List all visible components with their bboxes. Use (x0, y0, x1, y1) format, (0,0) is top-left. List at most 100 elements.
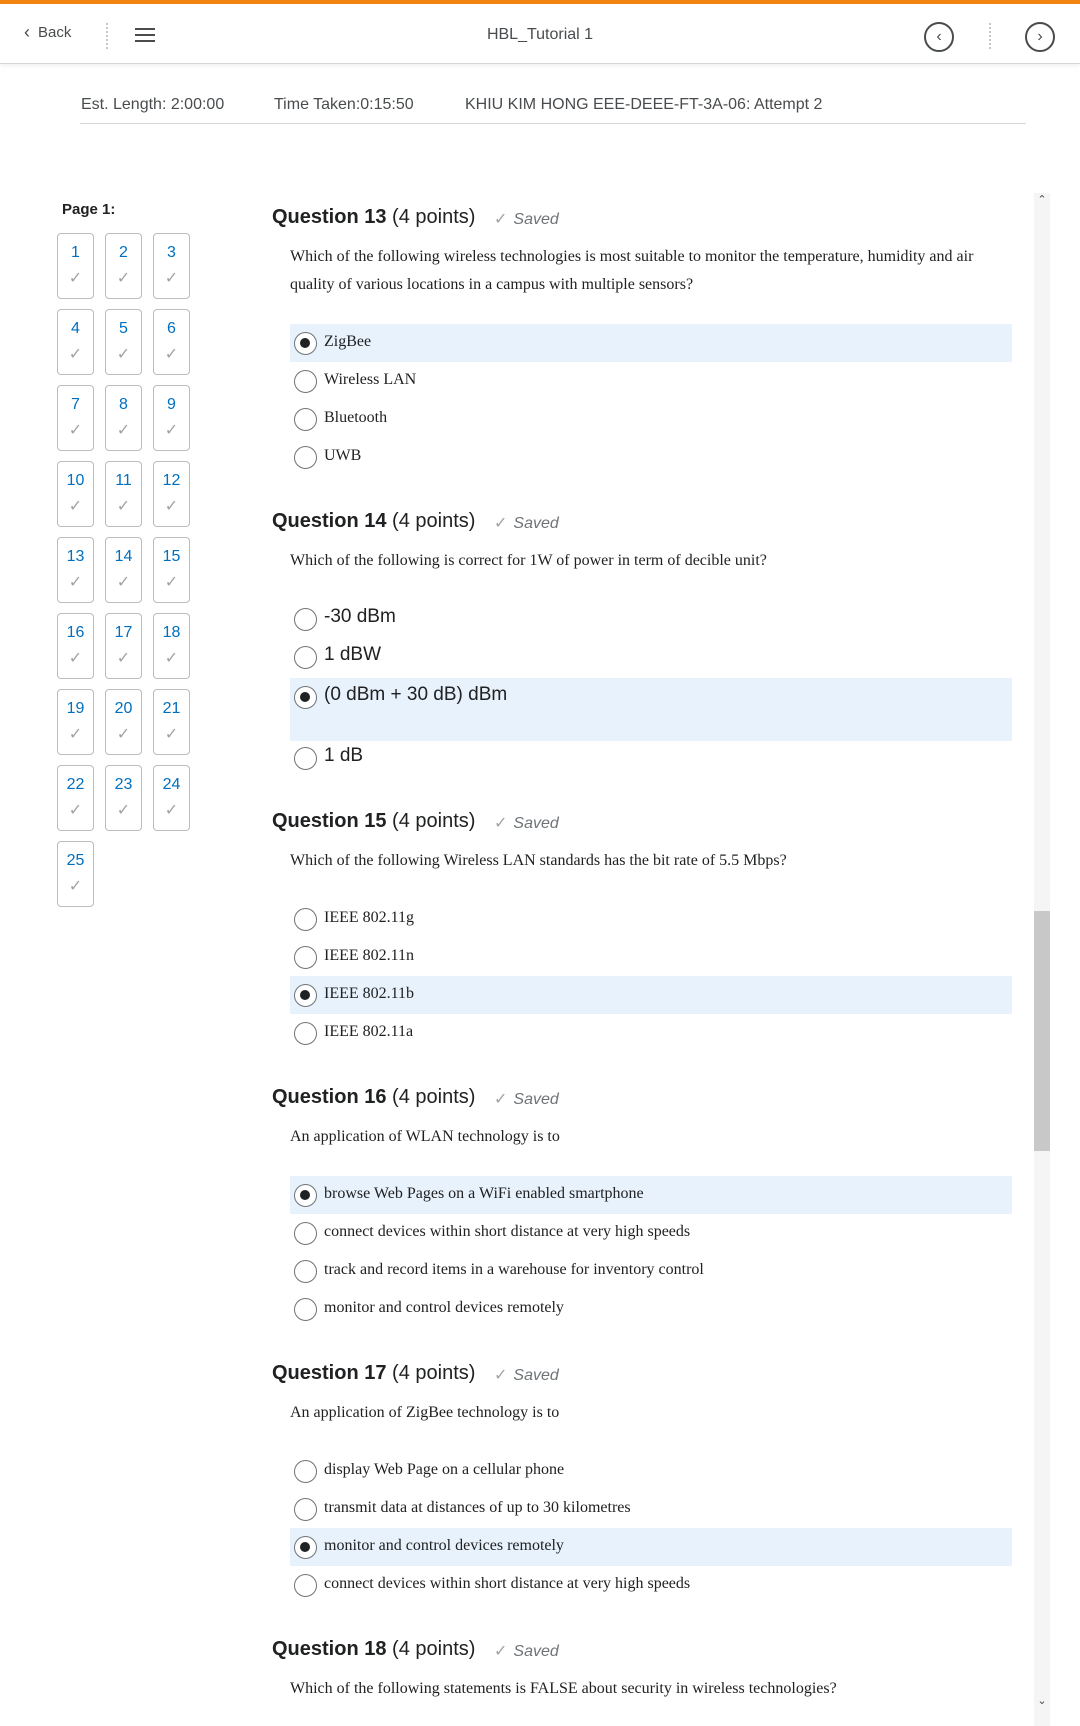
question-nav-item[interactable]: 8 ✓ (105, 385, 142, 451)
next-page-button[interactable]: › (1025, 22, 1055, 52)
answer-option[interactable]: IEEE 802.11g (290, 900, 1012, 938)
answer-option[interactable]: track and record items in a warehouse fo… (290, 1252, 1012, 1290)
answer-option[interactable]: IEEE 802.11b (290, 976, 1012, 1014)
checkmark-icon: ✓ (164, 422, 179, 439)
answer-option[interactable]: UWB (290, 438, 1012, 476)
saved-label: Saved (513, 515, 559, 532)
answer-option[interactable]: ZigBee (290, 324, 1012, 362)
answer-option[interactable]: monitor and control devices remotely (290, 1290, 1012, 1328)
answer-option[interactable]: monitor and control devices remotely (290, 1528, 1012, 1566)
radio-button[interactable] (294, 1460, 317, 1483)
question-number: 18 (162, 624, 181, 641)
question-number: 5 (119, 320, 128, 337)
answer-option[interactable]: display Web Page on a cellular phone (290, 1452, 1012, 1490)
question-nav-item[interactable]: 13 ✓ (57, 537, 94, 603)
question-text: An application of WLAN technology is to (290, 1128, 560, 1145)
checkmark-icon: ✓ (116, 802, 131, 819)
radio-button[interactable] (294, 1574, 317, 1597)
radio-button[interactable] (294, 370, 317, 393)
answer-label: Wireless LAN (324, 371, 417, 388)
answer-option[interactable]: (0 dBm + 30 dB) dBm (290, 678, 1012, 741)
answer-option[interactable]: transmit data at distances of up to 30 k… (290, 1490, 1012, 1528)
question-nav-item[interactable]: 1 ✓ (57, 233, 94, 299)
question-nav-item[interactable]: 5 ✓ (105, 309, 142, 375)
saved-label: Saved (513, 815, 559, 832)
radio-button[interactable] (294, 946, 317, 969)
question-nav-item[interactable]: 23 ✓ (105, 765, 142, 831)
radio-button[interactable] (294, 908, 317, 931)
answer-label: connect devices within short distance at… (324, 1575, 691, 1592)
radio-button[interactable] (294, 984, 317, 1007)
question-nav-item[interactable]: 15 ✓ (153, 537, 190, 603)
checkmark-icon: ✓ (68, 346, 83, 363)
question-nav-item[interactable]: 21 ✓ (153, 689, 190, 755)
scroll-up-icon[interactable]: ⌃ (1034, 193, 1050, 209)
radio-button[interactable] (294, 1536, 317, 1559)
question-text: Which of the following Wireless LAN stan… (290, 852, 787, 869)
answer-option[interactable]: 1 dB (290, 739, 1012, 777)
radio-button[interactable] (294, 1184, 317, 1207)
question-number: 6 (167, 320, 176, 337)
question-title: Question 17 (272, 1362, 387, 1384)
checkmark-icon: ✓ (164, 726, 179, 743)
question-nav-item[interactable]: 18 ✓ (153, 613, 190, 679)
question-nav-item[interactable]: 17 ✓ (105, 613, 142, 679)
answer-option[interactable]: Bluetooth (290, 400, 1012, 438)
answer-option[interactable]: IEEE 802.11a (290, 1014, 1012, 1052)
question-nav-item[interactable]: 24 ✓ (153, 765, 190, 831)
answer-option[interactable]: browse Web Pages on a WiFi enabled smart… (290, 1176, 1012, 1214)
radio-button[interactable] (294, 1298, 317, 1321)
quiz-info-bar: Est. Length: 2:00:00 Time Taken:0:15:50 … (80, 92, 1026, 124)
question-nav-item[interactable]: 4 ✓ (57, 309, 94, 375)
answer-option[interactable]: 1 dBW (290, 638, 1012, 676)
radio-button[interactable] (294, 686, 317, 709)
question-nav-item[interactable]: 9 ✓ (153, 385, 190, 451)
radio-button[interactable] (294, 646, 317, 669)
radio-button[interactable] (294, 446, 317, 469)
answer-label: IEEE 802.11g (324, 909, 415, 926)
question-number: 13 (66, 548, 85, 565)
question-number: 25 (66, 852, 85, 869)
scroll-down-icon[interactable]: ⌄ (1034, 1694, 1050, 1710)
answer-option[interactable]: connect devices within short distance at… (290, 1214, 1012, 1252)
scrollbar-thumb[interactable] (1034, 911, 1050, 1151)
question-nav-item[interactable]: 16 ✓ (57, 613, 94, 679)
radio-button[interactable] (294, 408, 317, 431)
checkmark-icon: ✓ (68, 574, 83, 591)
checkmark-icon: ✓ (164, 270, 179, 287)
radio-button[interactable] (294, 1222, 317, 1245)
radio-button[interactable] (294, 1260, 317, 1283)
radio-button[interactable] (294, 1022, 317, 1045)
question-heading: Question 13 (4 points) (272, 206, 475, 229)
radio-button[interactable] (294, 608, 317, 631)
radio-button[interactable] (294, 747, 317, 770)
question-nav-item[interactable]: 6 ✓ (153, 309, 190, 375)
question-nav-item[interactable]: 22 ✓ (57, 765, 94, 831)
radio-button[interactable] (294, 1498, 317, 1521)
question-nav-item[interactable]: 20 ✓ (105, 689, 142, 755)
saved-label: Saved (513, 1091, 559, 1108)
question-nav-item[interactable]: 2 ✓ (105, 233, 142, 299)
previous-page-button[interactable]: ‹ (924, 22, 954, 52)
answer-option[interactable]: connect devices within short distance at… (290, 1566, 1012, 1604)
question-nav-item[interactable]: 3 ✓ (153, 233, 190, 299)
answer-option[interactable]: Wireless LAN (290, 362, 1012, 400)
checkmark-icon: ✓ (116, 498, 131, 515)
question-text: Which of the following wireless technolo… (290, 248, 974, 293)
question-number: 23 (114, 776, 133, 793)
question-nav-item[interactable]: 7 ✓ (57, 385, 94, 451)
question-nav-item[interactable]: 25 ✓ (57, 841, 94, 907)
question-nav-item[interactable]: 10 ✓ (57, 461, 94, 527)
answer-option[interactable]: -30 dBm (290, 600, 1012, 638)
answer-label: monitor and control devices remotely (324, 1537, 564, 1554)
radio-button[interactable] (294, 332, 317, 355)
checkmark-icon: ✓ (68, 878, 83, 895)
saved-status: ✓ Saved (494, 1365, 559, 1385)
question-nav-item[interactable]: 19 ✓ (57, 689, 94, 755)
question-nav-item[interactable]: 11 ✓ (105, 461, 142, 527)
answer-option[interactable]: IEEE 802.11n (290, 938, 1012, 976)
question-nav-item[interactable]: 14 ✓ (105, 537, 142, 603)
answer-label: IEEE 802.11b (324, 985, 415, 1002)
question-nav-item[interactable]: 12 ✓ (153, 461, 190, 527)
checkmark-icon: ✓ (494, 211, 508, 228)
